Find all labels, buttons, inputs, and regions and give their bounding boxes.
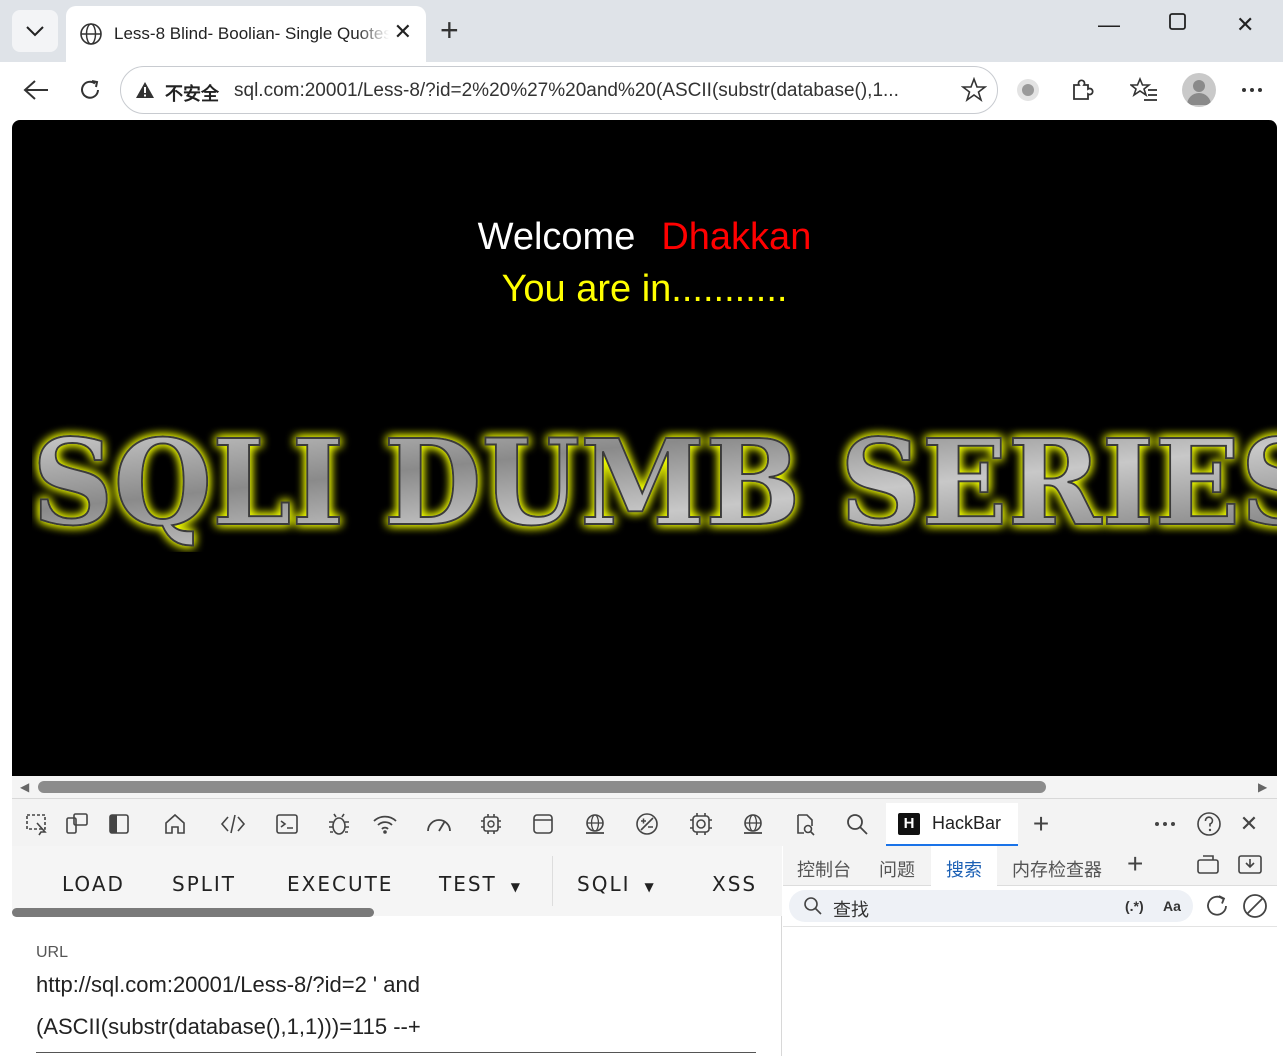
memory-chip-icon[interactable]: [476, 809, 506, 839]
network-wifi-icon[interactable]: [370, 809, 400, 839]
profile-avatar[interactable]: [1182, 73, 1216, 107]
maximize-icon[interactable]: [1168, 12, 1188, 38]
welcome-home-icon[interactable]: [160, 809, 190, 839]
tab-console[interactable]: 控制台: [797, 856, 851, 882]
extensions-puzzle-icon[interactable]: [1066, 74, 1098, 106]
divider: [783, 926, 1277, 927]
performance-gauge-icon[interactable]: [424, 809, 454, 839]
drawer-tab-strip: 控制台 问题 搜索 内存检查器 +: [783, 846, 1277, 886]
sqli-dumb-series-banner: SQLI DUMB SERIES: [32, 412, 1277, 552]
issues-search-doc-icon[interactable]: [790, 809, 820, 839]
dock-side-icon[interactable]: [1195, 854, 1221, 881]
url-text[interactable]: sql.com:20001/Less-8/?id=2%20%27%20and%2…: [234, 80, 944, 102]
toggle-sidebar-icon[interactable]: [104, 809, 134, 839]
new-tab-button[interactable]: +: [440, 14, 459, 46]
search-input[interactable]: 查找 (.*) Aa: [789, 890, 1193, 922]
minimize-icon[interactable]: —: [1098, 12, 1120, 38]
clear-icon[interactable]: [1241, 892, 1269, 925]
reload-icon[interactable]: [74, 74, 106, 106]
tab-title: Less-8 Blind- Boolian- Single Quotes- St…: [114, 24, 389, 43]
hackbar-menu: LOAD SPLIT EXECUTE TEST ▼ SQLI ▼ XSS: [12, 846, 782, 917]
inspect-element-icon[interactable]: [22, 809, 52, 839]
caret-down-icon: ▼: [510, 880, 522, 894]
sqli-dropdown-button[interactable]: SQLI ▼: [577, 872, 656, 896]
caret-down-icon: ▼: [644, 880, 656, 894]
application-window-icon[interactable]: [528, 809, 558, 839]
split-button[interactable]: SPLIT: [172, 872, 236, 896]
star-favorite-icon[interactable]: [960, 76, 988, 108]
help-icon[interactable]: [1194, 809, 1224, 839]
close-window-icon[interactable]: ✕: [1236, 12, 1254, 38]
hackbar-logo-icon: H: [898, 812, 920, 835]
not-secure-label[interactable]: 不安全: [165, 80, 219, 106]
more-tools-ellipsis-icon[interactable]: [1150, 809, 1180, 839]
page-viewport: Welcome Dhakkan You are in........... SQL…: [12, 120, 1277, 776]
test-label: TEST: [439, 872, 497, 896]
browser-tab[interactable]: Less-8 Blind- Boolian- Single Quotes- St…: [66, 6, 426, 62]
user-name: Dhakkan: [661, 216, 812, 258]
console-icon[interactable]: [272, 809, 302, 839]
scroll-left-arrow-icon[interactable]: ◀: [20, 780, 29, 794]
devtools-drawer: 控制台 问题 搜索 内存检查器 + 查找 (.*) Aa: [783, 846, 1277, 1056]
elements-code-icon[interactable]: [218, 809, 248, 839]
hackbar-tab-label: HackBar: [932, 813, 1002, 833]
execute-button[interactable]: EXECUTE: [287, 872, 393, 896]
tab-actions-menu-button[interactable]: [12, 10, 58, 52]
match-case-toggle[interactable]: Aa: [1163, 898, 1181, 914]
welcome-line: Welcome Dhakkan: [12, 216, 1277, 259]
device-emulation-icon[interactable]: [62, 809, 92, 839]
tab-issues[interactable]: 问题: [879, 856, 915, 882]
test-dropdown-button[interactable]: TEST ▼: [439, 872, 522, 896]
add-tool-plus-icon[interactable]: +: [1026, 808, 1056, 839]
back-arrow-icon[interactable]: [20, 74, 52, 106]
address-bar[interactable]: 不安全 sql.com:20001/Less-8/?id=2%20%27%20a…: [120, 66, 998, 114]
sources-bug-icon[interactable]: [324, 809, 354, 839]
tab-strip: Less-8 Blind- Boolian- Single Quotes- St…: [0, 0, 1283, 62]
add-drawer-tab-icon[interactable]: +: [1127, 848, 1143, 880]
search-placeholder: 查找: [833, 900, 869, 920]
record-icon[interactable]: [1012, 74, 1044, 106]
banner-text: SQLI DUMB SERIES: [32, 413, 1277, 552]
refresh-icon[interactable]: [1203, 892, 1231, 925]
horizontal-scrollbar[interactable]: ◀ ▶: [12, 776, 1277, 798]
globe-icon: [78, 21, 104, 47]
close-devtools-icon[interactable]: ✕: [1234, 809, 1264, 839]
network-conditions-icon[interactable]: [738, 809, 768, 839]
xss-dropdown-button[interactable]: XSS: [712, 872, 757, 896]
welcome-text: Welcome: [477, 216, 636, 258]
close-tab-icon[interactable]: ✕: [394, 20, 412, 44]
load-button[interactable]: LOAD: [62, 872, 125, 896]
login-status: You are in...........: [501, 268, 788, 310]
devtools-toolbar: H HackBar + ✕: [12, 798, 1277, 847]
tab-hackbar[interactable]: H HackBar: [886, 803, 1018, 847]
css-overview-icon[interactable]: [632, 809, 662, 839]
warning-icon[interactable]: [135, 80, 155, 105]
url-textarea[interactable]: http://sql.com:20001/Less-8/?id=2 ' and …: [36, 964, 756, 1053]
regex-toggle[interactable]: (.*): [1125, 898, 1144, 914]
search-icon: [803, 896, 823, 921]
url-field-label: URL: [36, 944, 69, 961]
security-globe-icon[interactable]: [580, 809, 610, 839]
sqli-label: SQLI: [577, 872, 631, 896]
tab-memory-inspector[interactable]: 内存检查器: [1012, 856, 1102, 882]
browser-toolbar: 不安全 sql.com:20001/Less-8/?id=2%20%27%20a…: [0, 62, 1283, 118]
settings-gear-icon[interactable]: [686, 809, 716, 839]
dock-bottom-icon[interactable]: [1237, 854, 1263, 881]
scroll-right-arrow-icon[interactable]: ▶: [1258, 780, 1267, 794]
favorites-icon[interactable]: [1128, 74, 1160, 106]
chevron-down-icon: [26, 26, 44, 37]
hackbar-menu-scrollbar[interactable]: [12, 908, 374, 917]
scrollbar-thumb[interactable]: [38, 781, 1046, 793]
tab-search[interactable]: 搜索: [946, 856, 982, 882]
search-icon[interactable]: [842, 809, 872, 839]
menu-divider: [552, 856, 553, 906]
hackbar-panel: LOAD SPLIT EXECUTE TEST ▼ SQLI ▼ XSS URL h…: [12, 846, 782, 1056]
more-menu-icon[interactable]: [1236, 74, 1268, 106]
